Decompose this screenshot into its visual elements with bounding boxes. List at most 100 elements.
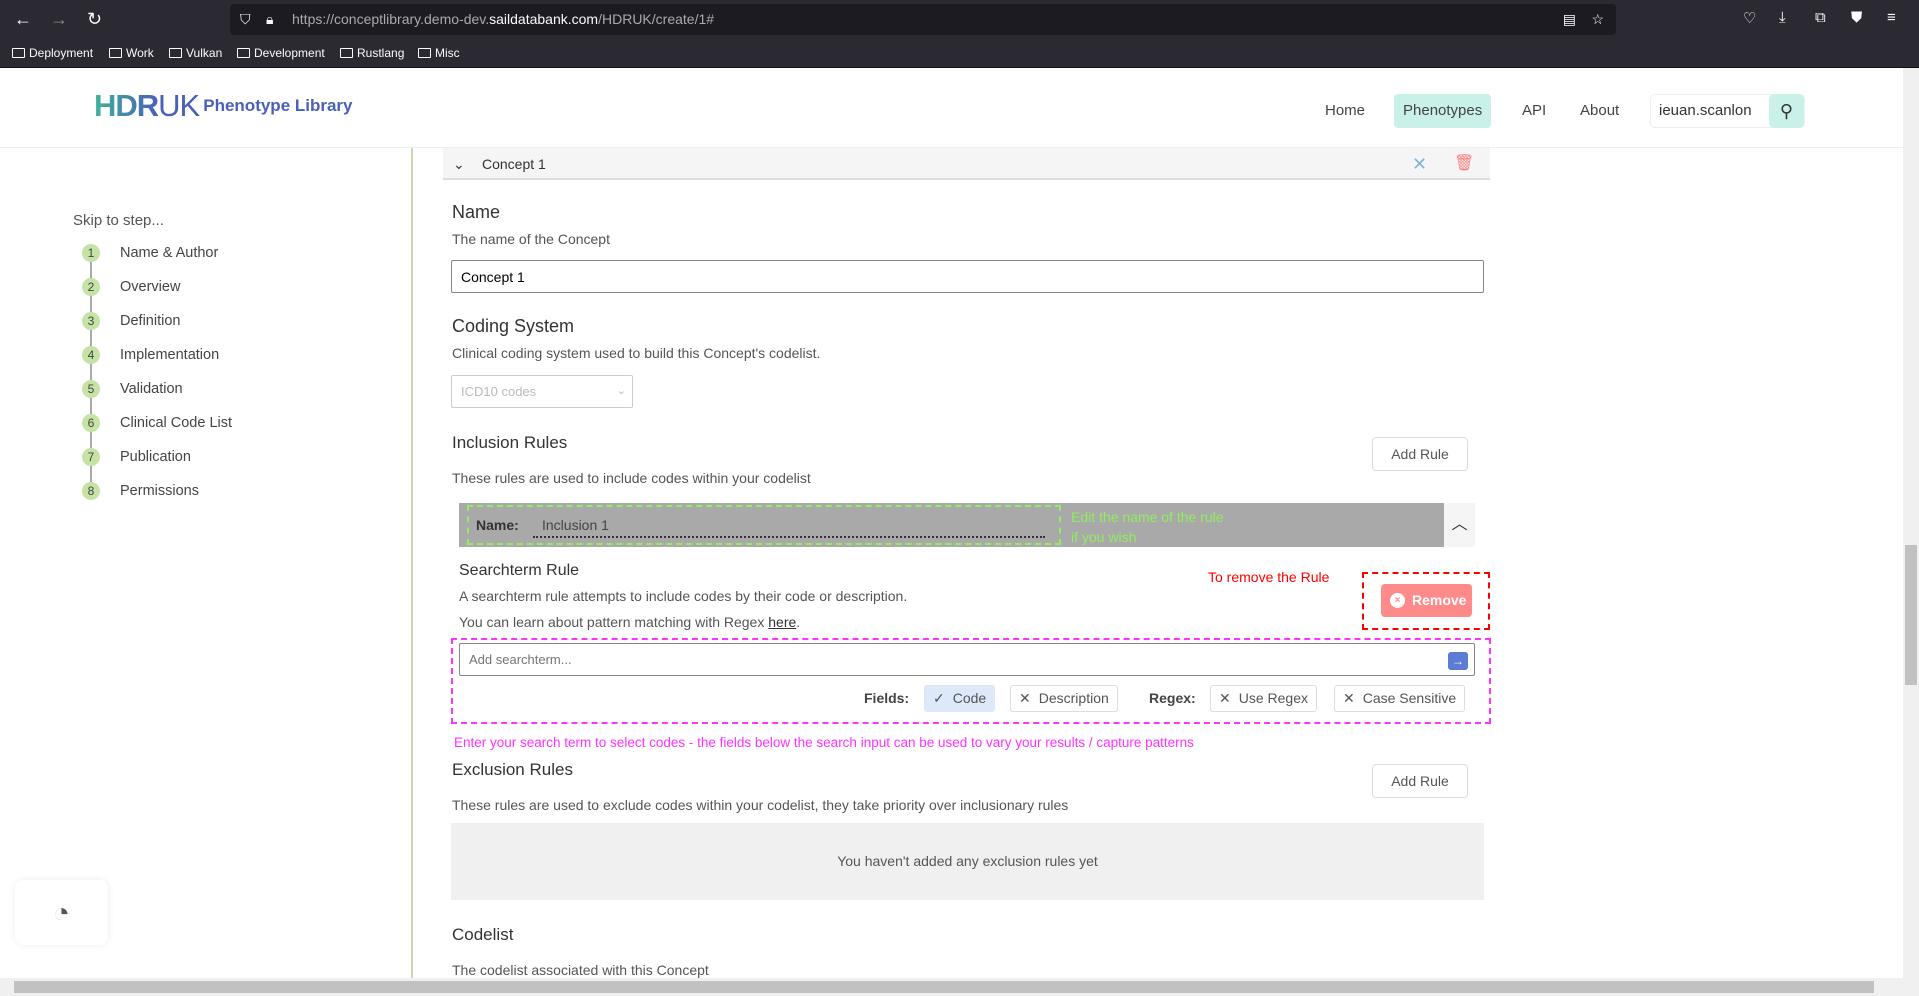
step-label: Definition [120,313,181,329]
coding-system-select[interactable]: ICD10 codes ⌄ [451,375,633,408]
exclusion-desc: These rules are used to exclude codes wi… [452,797,1069,813]
searchterm-heading: Searchterm Rule [459,562,580,579]
step-label: Clinical Code List [120,415,233,431]
regex-help-link[interactable]: here [768,614,796,630]
url-prefix: https://conceptlibrary.demo-dev. [292,11,490,27]
codelist-desc: The codelist associated with this Concep… [452,962,709,978]
step-label: Implementation [120,347,220,363]
vertical-scrollbar[interactable] [1903,68,1919,996]
name-heading: Name [452,202,501,222]
fields-label: Fields: [864,690,910,706]
sidebar-step-1[interactable]: 1 Name & Author [82,244,218,262]
regex-desc: You can learn about pattern matching wit… [459,614,801,630]
menu-icon[interactable]: ≡ [1887,9,1896,26]
bookmark-deployment[interactable]: Deployment [12,46,93,60]
reader-icon[interactable]: ▤ [1563,4,1576,35]
reload-icon[interactable]: ↻ [87,9,102,30]
concept-name-input[interactable] [451,260,1484,293]
download-icon[interactable]: ⤓ [1779,9,1786,26]
sidebar-step-5[interactable]: 5 Validation [82,380,183,398]
step-label: Permissions [120,483,199,499]
coding-desc: Clinical coding system used to build thi… [452,345,821,361]
sidebar-step-3[interactable]: 3 Definition [82,312,180,330]
chevron-down-icon: ⌄ [616,385,626,397]
bookmark-rustlang[interactable]: Rustlang [340,46,404,60]
toggle-label: Code [952,690,987,706]
sidebar-divider [411,148,413,978]
pocket-icon[interactable]: ♡ [1743,9,1756,27]
folder-icon [237,48,250,58]
sidebar-step-6[interactable]: 6 Clinical Code List [82,414,232,432]
concept-title: Concept 1 [482,156,546,172]
concept-header[interactable]: ⌄ Concept 1 ✕ 🗑︎ [443,148,1490,180]
chevron-up-icon[interactable]: ︿ [1444,503,1475,547]
cookie-settings-button[interactable]: ◔ [15,880,108,945]
toggle-case-sensitive[interactable]: ✕ Case Sensitive [1334,685,1466,712]
extensions-icon[interactable]: ⧉ [1815,9,1826,26]
nav-about[interactable]: About [1571,94,1628,128]
coding-heading: Coding System [452,316,575,336]
step-label: Publication [120,449,191,465]
add-inclusion-rule-button[interactable]: Add Rule [1372,437,1468,471]
user-menu[interactable]: ieuan.scanlon ⚲ [1650,94,1805,128]
sidebar-step-2[interactable]: 2 Overview [82,278,180,296]
name-desc: The name of the Concept [452,231,610,247]
bookmark-misc[interactable]: Misc [418,46,460,60]
bookmark-label: Vulkan [186,46,223,60]
regex-label: Regex: [1149,690,1196,706]
star-icon[interactable]: ☆ [1591,4,1604,35]
ublock-icon[interactable]: ⛊ [1851,9,1862,26]
bookmark-vulkan[interactable]: Vulkan [169,46,222,60]
exclusion-heading: Exclusion Rules [452,760,573,779]
bookmark-development[interactable]: Development [237,46,325,60]
url-suffix: /HDRUK/create/1# [598,11,715,27]
step-label: Overview [120,279,181,295]
horizontal-scrollbar-thumb[interactable] [14,981,1874,993]
lock-icon: 🔒︎ [266,11,274,27]
rule-name-input[interactable] [533,514,1045,538]
step-number: 2 [82,278,100,296]
shield-icon: ⛉ [240,11,251,27]
vertical-scrollbar-thumb[interactable] [1905,545,1917,685]
sidebar-step-7[interactable]: 7 Publication [82,448,191,466]
x-icon: ✕ [1343,690,1355,706]
username: ieuan.scanlon [1659,102,1752,119]
close-icon[interactable]: ✕ [1412,148,1427,180]
close-circle-icon: × [1390,593,1405,608]
horizontal-scrollbar[interactable] [0,978,1903,996]
back-icon[interactable]: ← [14,9,32,30]
bookmark-work[interactable]: Work [109,46,154,60]
x-icon: ✕ [1019,690,1031,706]
step-number: 6 [82,414,100,432]
sidebar-step-4[interactable]: 4 Implementation [82,346,219,364]
chevron-down-icon[interactable]: ⌄ [453,148,465,180]
check-icon: ✓ [933,690,945,706]
remove-hint: To remove the Rule [1208,569,1330,585]
step-number: 8 [82,482,100,500]
toggle-code[interactable]: ✓ Code [924,685,996,712]
folder-icon [418,48,431,58]
name-hint: Edit the name of the rule if you wish [1071,509,1224,545]
forward-icon[interactable]: → [50,9,68,30]
url-domain: saildatabank.com [489,11,599,27]
browser-toolbar: ← → ↻ ⛉ 🔒︎ https://conceptlibrary.demo-d… [0,0,1919,40]
trash-icon[interactable]: 🗑︎ [1454,148,1474,180]
sidebar-step-8[interactable]: 8 Permissions [82,482,199,500]
select-value: ICD10 codes [461,384,537,399]
sidebar-title: Skip to step... [73,212,164,229]
logo[interactable]: HDRUK Phenotype Library [94,88,353,124]
remove-label: Remove [1412,592,1467,608]
nav-api[interactable]: API [1513,94,1555,128]
nav-home[interactable]: Home [1316,94,1374,128]
url-bar[interactable]: ⛉ 🔒︎ https://conceptlibrary.demo-dev.sai… [230,4,1616,35]
add-exclusion-rule-button[interactable]: Add Rule [1372,764,1468,798]
nav-phenotypes[interactable]: Phenotypes [1394,94,1492,128]
codelist-heading: Codelist [452,925,514,944]
exclusion-empty-state: You haven't added any exclusion rules ye… [451,823,1484,900]
searchterm-input[interactable] [459,643,1475,676]
toggle-use-regex[interactable]: ✕ Use Regex [1210,685,1317,712]
search-submit-arrow-icon[interactable]: → [1448,652,1468,670]
toggle-description[interactable]: ✕ Description [1010,685,1118,712]
remove-rule-button[interactable]: × Remove [1381,584,1472,617]
step-number: 5 [82,380,100,398]
